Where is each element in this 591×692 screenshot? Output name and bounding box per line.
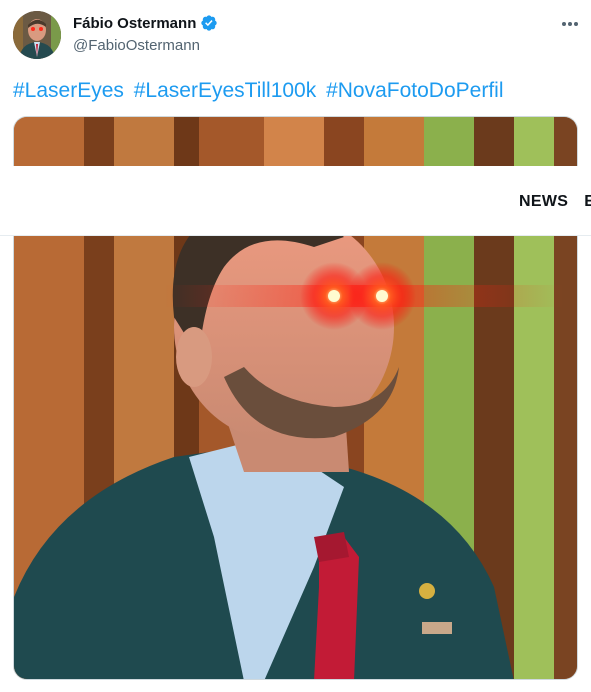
avatar[interactable]	[13, 11, 61, 59]
news-site-header-overlay: NEWS E	[0, 166, 591, 236]
avatar-image	[13, 11, 61, 59]
verified-badge-icon	[201, 15, 218, 31]
tweet-header: Fábio Ostermann @FabioOstermann	[0, 0, 591, 70]
display-name[interactable]: Fábio Ostermann	[73, 15, 196, 32]
user-handle[interactable]: @FabioOstermann	[73, 37, 200, 54]
more-options-button[interactable]	[558, 12, 582, 36]
nav-item-next[interactable]: E	[584, 193, 591, 211]
nav-item-news[interactable]: NEWS	[519, 193, 568, 211]
hashtag-link[interactable]: #LaserEyes	[13, 79, 124, 102]
tweet-text: #LaserEyes #LaserEyesTill100k #NovaFotoD…	[13, 78, 508, 104]
hashtag-link[interactable]: #NovaFotoDoPerfil	[326, 79, 503, 102]
news-nav: NEWS E	[519, 193, 591, 211]
more-horizontal-icon	[561, 22, 566, 26]
hashtag-link[interactable]: #LaserEyesTill100k	[134, 79, 316, 102]
